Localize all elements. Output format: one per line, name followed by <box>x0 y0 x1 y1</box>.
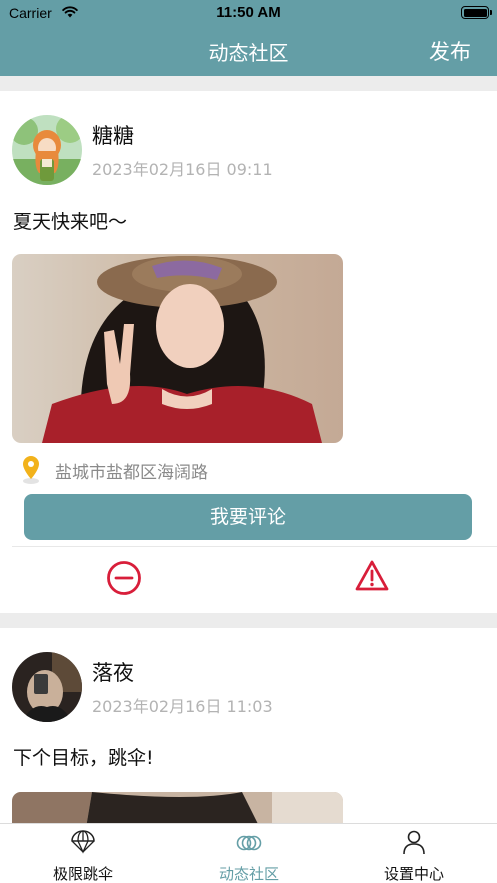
post-text: 夏天快来吧～ <box>13 211 128 233</box>
tab-community[interactable]: 动态社区 <box>166 824 332 883</box>
status-bar: Carrier 11:50 AM <box>0 0 497 28</box>
block-icon[interactable] <box>106 560 142 596</box>
tab-label: 动态社区 <box>218 865 279 883</box>
battery-icon <box>461 6 492 19</box>
avatar-illustration <box>12 115 82 185</box>
page-title: 动态社区 <box>208 41 289 65</box>
post-image[interactable] <box>12 254 343 443</box>
post-card: 糖糖 2023年02月16日 09:11 夏天快来吧～ 盐城市盐都区海阔路 我要… <box>0 91 497 613</box>
post-username[interactable]: 落夜 <box>92 657 134 687</box>
clock: 11:50 AM <box>216 4 281 21</box>
comment-button[interactable]: 我要评论 <box>24 494 472 540</box>
feed-list[interactable]: 糖糖 2023年02月16日 09:11 夏天快来吧～ 盐城市盐都区海阔路 我要… <box>0 76 497 823</box>
post-timestamp: 2023年02月16日 09:11 <box>92 160 273 179</box>
post-image[interactable] <box>12 792 343 823</box>
tab-settings[interactable]: 设置中心 <box>331 824 497 883</box>
location-text: 盐城市盐都区海阔路 <box>55 463 208 483</box>
post-photo <box>12 254 343 443</box>
report-warning-icon[interactable] <box>355 559 389 593</box>
publish-button[interactable]: 发布 <box>429 36 471 66</box>
divider <box>12 546 497 547</box>
avatar[interactable] <box>12 652 82 722</box>
post-text: 下个目标，跳伞! <box>13 747 154 769</box>
avatar-photo <box>12 652 82 722</box>
post-card: 落夜 2023年02月16日 11:03 下个目标，跳伞! <box>0 628 497 823</box>
post-timestamp: 2023年02月16日 11:03 <box>92 697 273 716</box>
tab-label: 设置中心 <box>383 865 444 883</box>
parachute-icon <box>71 830 95 854</box>
community-rings-icon <box>236 835 262 851</box>
avatar[interactable] <box>12 115 82 185</box>
person-icon <box>403 830 425 855</box>
tab-label: 极限跳伞 <box>52 865 113 883</box>
location-pin-icon <box>23 456 39 484</box>
app-screen: Carrier 11:50 AM 动态社区 发布 糖糖 2023年02月16日 … <box>0 0 497 883</box>
tab-skydiving[interactable]: 极限跳伞 <box>0 824 166 883</box>
post-photo <box>12 792 343 823</box>
navigation-bar: 动态社区 发布 <box>0 28 497 76</box>
post-username[interactable]: 糖糖 <box>92 120 134 150</box>
tab-bar: 极限跳伞 动态社区 设置中心 <box>0 823 497 883</box>
